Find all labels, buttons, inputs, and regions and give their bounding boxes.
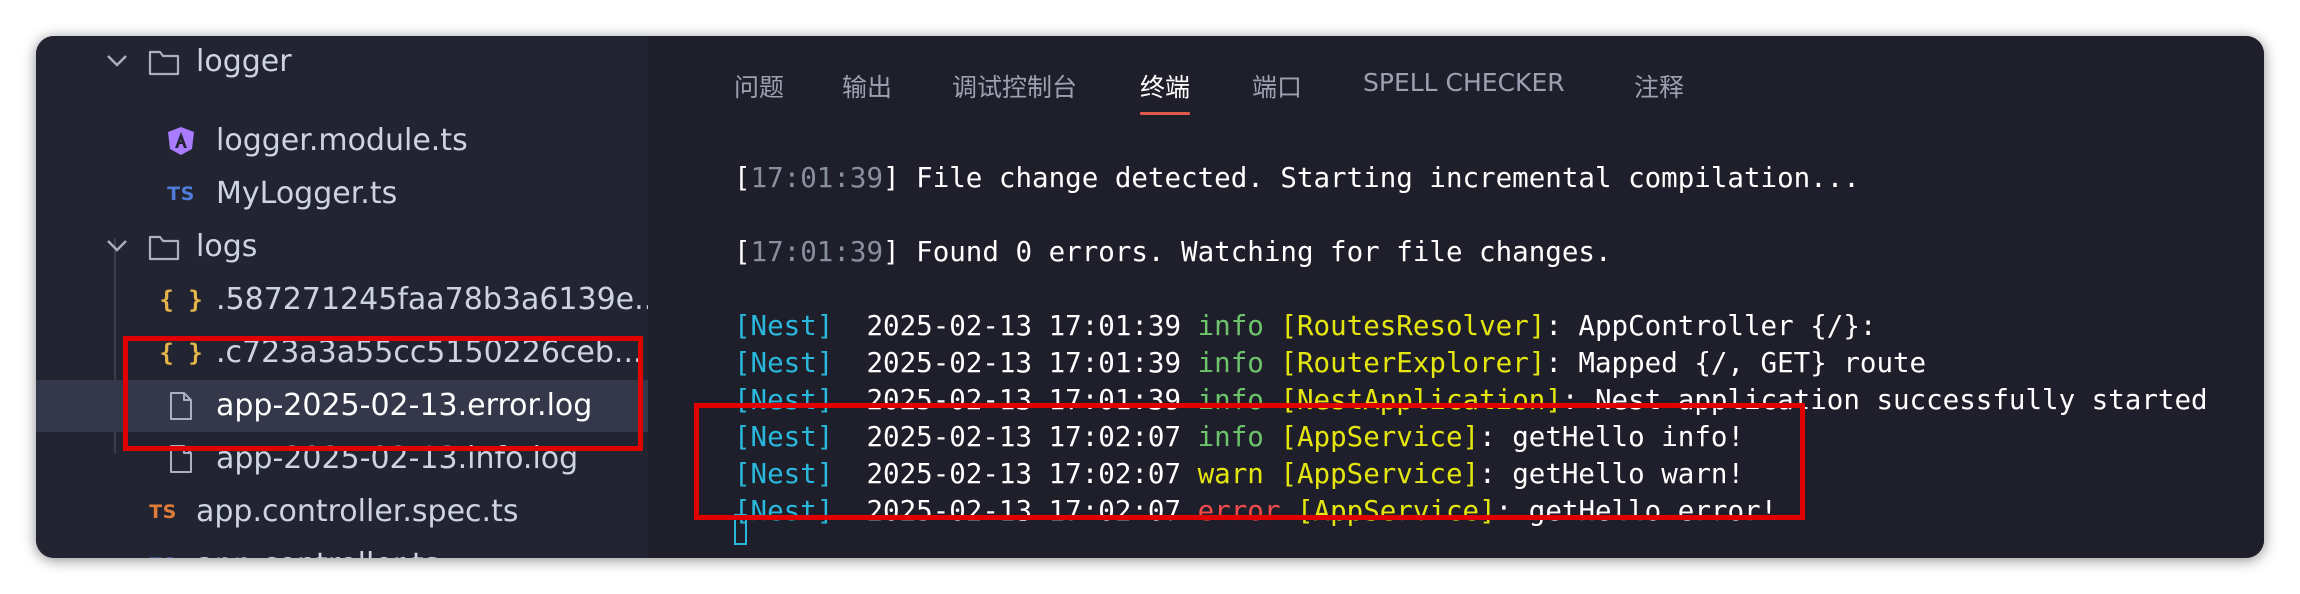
- terminal-line: [17:01:39] File change detected. Startin…: [734, 162, 1860, 194]
- tree-file-info-log[interactable]: app-2025-02-13.info.log: [36, 433, 648, 485]
- log-message: : getHello warn!: [1479, 458, 1744, 490]
- log-date: 2025-02-13 17:01:39: [866, 384, 1182, 416]
- tree-label: .587271245faa78b3a6139e...: [216, 282, 663, 317]
- editor-window: logger logger.module.ts TS MyLogger.ts l…: [36, 36, 2264, 558]
- file-icon: [166, 443, 196, 475]
- log-message: : getHello error!: [1495, 495, 1778, 527]
- typescript-test-icon: TS: [149, 501, 177, 523]
- log-prefix: [Nest]: [734, 495, 834, 527]
- tree-label: logger: [196, 44, 292, 79]
- terminal-line: [17:01:39] Found 0 errors. Watching for …: [734, 236, 1612, 268]
- log-context: [RoutesResolver]: [1280, 310, 1546, 342]
- tree-label: app-2025-02-13.error.log: [216, 388, 593, 423]
- log-prefix: [Nest]: [734, 421, 834, 453]
- log-prefix: [Nest]: [734, 384, 834, 416]
- log-context: [AppService]: [1296, 495, 1496, 527]
- log-level: info: [1197, 347, 1264, 379]
- typescript-icon: TS: [167, 183, 195, 205]
- tree-file-app-controller[interactable]: TS app.controller.ts: [36, 539, 648, 558]
- tree-folder-logs[interactable]: logs: [36, 221, 648, 273]
- log-level: warn: [1197, 458, 1264, 490]
- tree-folder-logger[interactable]: logger: [36, 36, 648, 88]
- timestamp: 17:01:39: [750, 162, 884, 194]
- log-level: info: [1197, 310, 1264, 342]
- tree-file-mylogger[interactable]: TS MyLogger.ts: [36, 168, 648, 220]
- log-line: [Nest] 2025-02-13 17:01:39 info [RouterE…: [734, 345, 1926, 381]
- bottom-panel: 问题 输出 调试控制台 终端 端口 SPELL CHECKER 注释 [17:0…: [648, 36, 2264, 558]
- json-icon: { }: [159, 286, 203, 314]
- log-line: [Nest] 2025-02-13 17:01:39 info [RoutesR…: [734, 308, 1876, 344]
- explorer-sidebar: logger logger.module.ts TS MyLogger.ts l…: [36, 36, 663, 558]
- chevron-down-icon[interactable]: [102, 231, 132, 261]
- tree-label: logs: [196, 229, 258, 264]
- log-level: info: [1197, 384, 1264, 416]
- log-line: [Nest] 2025-02-13 17:02:07 info [AppServ…: [734, 419, 1744, 455]
- folder-icon: [148, 48, 180, 76]
- tree-label: app.controller.ts: [196, 539, 439, 558]
- terminal-cursor: [734, 514, 747, 545]
- tree-label: app-2025-02-13.info.log: [216, 441, 579, 476]
- tree-file-error-log[interactable]: app-2025-02-13.error.log: [36, 380, 648, 432]
- chevron-down-icon[interactable]: [102, 46, 132, 76]
- log-message: : getHello info!: [1479, 421, 1744, 453]
- log-date: 2025-02-13 17:02:07: [866, 458, 1182, 490]
- log-prefix: [Nest]: [734, 310, 834, 342]
- log-level: error: [1197, 495, 1281, 527]
- message: File change detected. Starting increment…: [916, 162, 1860, 194]
- log-prefix: [Nest]: [734, 458, 834, 490]
- tree-label: app.controller.spec.ts: [196, 494, 519, 529]
- json-icon: { }: [159, 339, 203, 367]
- log-message: : AppController {/}:: [1545, 310, 1877, 342]
- log-date: 2025-02-13 17:01:39: [866, 347, 1182, 379]
- log-line: [Nest] 2025-02-13 17:02:07 warn [AppServ…: [734, 456, 1744, 492]
- tree-file-json-2[interactable]: { } .c723a3a55cc5150226ceb...: [36, 327, 648, 379]
- log-context: [NestApplication]: [1280, 384, 1562, 416]
- log-message: : Mapped {/, GET} route: [1545, 347, 1927, 379]
- log-line: [Nest] 2025-02-13 17:01:39 info [NestApp…: [734, 382, 2208, 418]
- log-line: [Nest] 2025-02-13 17:02:07 error [AppSer…: [734, 493, 1777, 529]
- typescript-icon: TS: [148, 549, 178, 558]
- tree-label: MyLogger.ts: [216, 176, 398, 211]
- tree-file-app-controller-spec[interactable]: TS app.controller.spec.ts: [36, 486, 648, 538]
- tree-label: .c723a3a55cc5150226ceb...: [216, 335, 643, 370]
- folder-icon: [148, 233, 180, 261]
- log-context: [RouterExplorer]: [1280, 347, 1546, 379]
- tree-label: logger.module.ts: [216, 123, 468, 158]
- log-context: [AppService]: [1280, 421, 1480, 453]
- tree-file-logger-module[interactable]: logger.module.ts: [36, 115, 648, 167]
- log-prefix: [Nest]: [734, 347, 834, 379]
- timestamp: 17:01:39: [750, 236, 884, 268]
- log-message: : Nest application successfully started: [1561, 384, 2208, 416]
- log-date: 2025-02-13 17:02:07: [866, 495, 1182, 527]
- log-level: info: [1197, 421, 1264, 453]
- angular-icon: [166, 125, 196, 157]
- terminal-output[interactable]: [17:01:39] File change detected. Startin…: [648, 36, 2264, 558]
- log-context: [AppService]: [1280, 458, 1480, 490]
- log-date: 2025-02-13 17:01:39: [866, 310, 1182, 342]
- log-date: 2025-02-13 17:02:07: [866, 421, 1182, 453]
- tree-file-json-1[interactable]: { } .587271245faa78b3a6139e...: [36, 274, 662, 326]
- file-icon: [166, 390, 196, 422]
- message: Found 0 errors. Watching for file change…: [916, 236, 1612, 268]
